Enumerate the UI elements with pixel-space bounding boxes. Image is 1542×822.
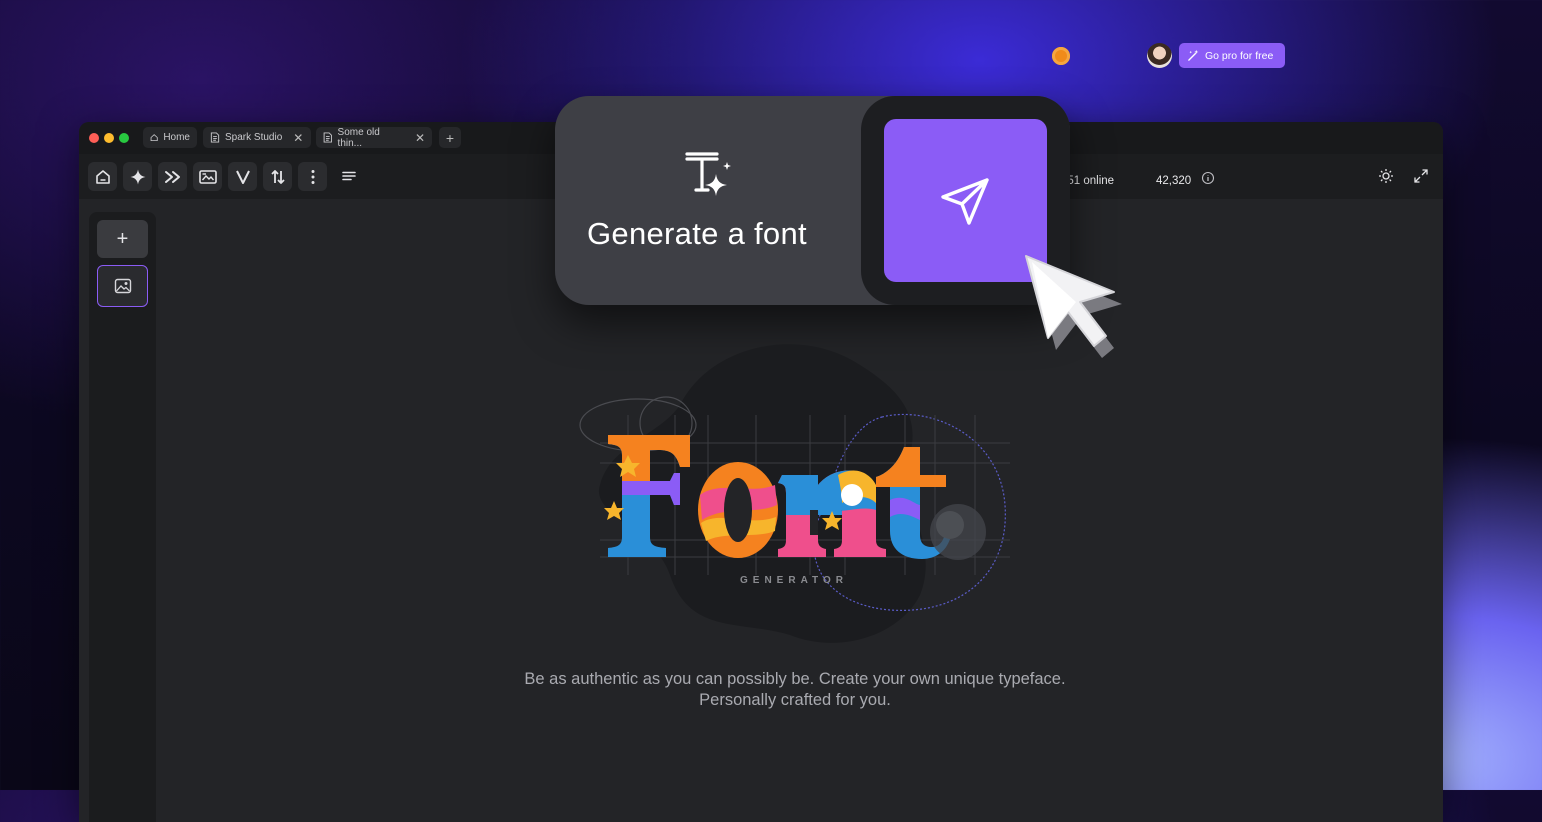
document-icon [210, 132, 220, 143]
expand-icon[interactable] [1413, 168, 1429, 189]
new-tab-button[interactable]: + [439, 127, 461, 148]
description-line-2: Personally crafted for you. [699, 691, 891, 709]
home-icon [95, 169, 110, 184]
sidebar: + [89, 212, 156, 822]
tab-label: Home [163, 132, 190, 143]
paper-plane-icon [940, 177, 989, 225]
v-logo-icon [235, 170, 250, 184]
add-button[interactable]: + [97, 220, 148, 258]
menu-lines-icon [342, 171, 356, 181]
tab-home[interactable]: Home [143, 127, 197, 148]
more-options-button[interactable] [298, 162, 327, 191]
image-frame-icon [198, 169, 217, 184]
credits-count: 42,320 [1156, 175, 1192, 187]
sort-button[interactable] [263, 162, 292, 191]
generator-subtitle: GENERATOR [740, 575, 848, 586]
tab-label: Spark Studio [225, 132, 283, 143]
mouse-cursor-icon [1018, 248, 1128, 365]
close-window-button[interactable] [89, 133, 99, 143]
avatar[interactable] [1147, 43, 1172, 68]
description-line-1: Be as authentic as you can possibly be. … [524, 670, 1066, 688]
credits-coin-icon [1052, 47, 1070, 65]
go-pro-button[interactable]: Go pro for free [1179, 43, 1285, 68]
info-icon[interactable] [1201, 171, 1215, 190]
fast-forward-icon [164, 170, 180, 183]
tab-some-old-thing[interactable]: Some old thin... ✕ [316, 126, 432, 149]
maximize-window-button[interactable] [119, 133, 129, 143]
font-generator-artwork: GENERATOR [570, 335, 1020, 660]
v-logo-button[interactable] [228, 162, 257, 191]
theme-toggle-sun-icon[interactable] [1378, 168, 1394, 189]
sparkle-icon [130, 169, 145, 184]
image-icon [114, 278, 131, 294]
go-pro-label: Go pro for free [1205, 49, 1274, 62]
sort-icon [270, 169, 285, 184]
tab-label: Some old thin... [337, 126, 380, 149]
home-button[interactable] [88, 162, 117, 191]
generate-font-label: Generate a font [587, 216, 807, 251]
tab-spark-studio[interactable]: Spark Studio ✕ [203, 127, 311, 148]
minimize-window-button[interactable] [104, 133, 114, 143]
document-icon [323, 132, 332, 143]
image-button[interactable] [97, 265, 148, 307]
home-icon [150, 134, 158, 142]
description: Be as authentic as you can possibly be. … [330, 669, 1260, 711]
magic-wand-icon [1188, 49, 1199, 61]
close-tab-icon[interactable]: ✕ [415, 131, 425, 145]
image-frame-button[interactable] [193, 162, 222, 191]
more-vertical-icon [311, 169, 314, 184]
menu-button[interactable] [341, 169, 359, 185]
close-tab-icon[interactable]: ✕ [293, 131, 303, 145]
fast-forward-button[interactable] [158, 162, 187, 191]
text-sparkle-icon [683, 150, 735, 207]
sparkle-button[interactable] [123, 162, 152, 191]
